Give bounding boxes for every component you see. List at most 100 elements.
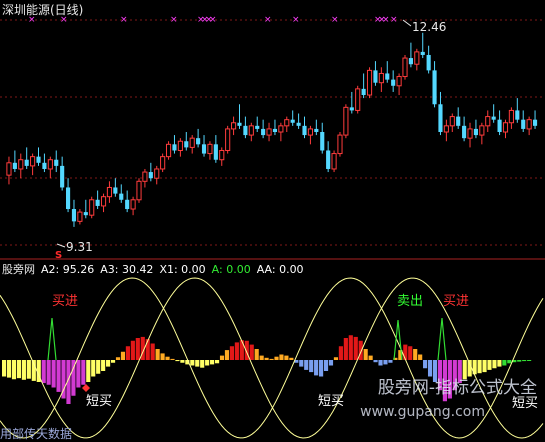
x-marker: × [120,15,128,25]
indicator-bar [348,335,353,360]
indicator-bar [96,360,101,374]
indicator-bar [76,360,81,388]
indicator-bar [190,360,195,366]
candle-body [77,211,83,222]
candle-body [113,187,118,194]
indicator-bar [2,360,7,377]
candle-body [326,150,331,169]
indicator-bar [26,360,31,379]
indicator-bar [51,360,56,388]
candle-body [302,125,307,136]
indicator-bar [314,360,319,376]
candle-body [36,156,41,163]
indicator-bar [135,338,140,360]
candle-body [278,125,284,133]
candle-body [402,57,408,78]
indicator-bar [200,360,205,368]
indicator-bar [517,360,522,362]
candle-body [343,106,349,136]
indicator-bar [120,351,126,360]
indicator-name: 股旁网 [2,263,35,276]
candle-body [6,162,12,176]
indicator-bar [388,360,393,363]
x-marker: × [331,15,339,25]
candle-body [526,119,532,130]
candle-body [432,70,437,105]
candle-body [456,116,461,126]
indicator-bar [338,346,343,360]
indicator-bar [160,353,165,360]
indicator-bar [319,360,324,377]
indicator-bar [56,360,61,392]
x-marker: × [264,15,272,25]
indicator-aa: AA: 0.00 [256,263,304,276]
candle-body [314,128,319,132]
stock-chart: × × × × ×××× × × × ××× × 12.46 9.31 S [0,15,545,439]
indicator-bar [368,355,373,360]
indicator-bar [125,346,130,360]
indicator-bar [507,360,512,364]
indicator-bar [11,360,17,380]
candle-body [502,122,509,133]
candle-body [296,122,301,126]
indicator-bar [205,360,210,366]
candle-body [373,70,378,83]
candle-body [248,125,254,136]
watermark-url: www.gupang.com [360,404,485,420]
candle-body [154,168,160,179]
x-marker: × [382,15,390,25]
indicator-bar [264,357,269,360]
candle-body [219,149,225,161]
candle-body [89,199,95,216]
candle-body [408,58,413,65]
signal-peak [47,317,57,361]
candle-body [320,132,325,151]
candle-body [426,54,431,71]
indicator-bar [378,360,383,366]
price-high-label: 12.46 [412,20,446,34]
indicator-bar [229,346,235,360]
indicator-bar [16,360,22,379]
indicator-bar [6,360,12,378]
indicator-bar [219,355,225,360]
candle-body [378,72,384,84]
candle-body [189,137,195,148]
indicator-bar [358,340,363,360]
candle-body [47,159,53,170]
candle-body [473,128,479,136]
x-marker: × [292,15,300,25]
candle-body [497,119,502,132]
candle-body [337,134,343,155]
indicator-bar [408,346,413,360]
candle-body [95,199,100,206]
indicator-bar [289,357,294,360]
candle-body [148,172,153,179]
indicator-bar [333,357,339,360]
candle-body [100,196,107,207]
candle-body [284,119,290,127]
indicator-bar [418,354,423,360]
candle-body [438,104,443,132]
candle-body [349,107,354,111]
indicator-bar [269,358,274,360]
indicator-bar [274,356,279,360]
candle-body [361,88,366,96]
candle-body [355,88,361,111]
indicator-bar [81,360,86,385]
candle-body [443,125,449,133]
indicator-bar [91,360,96,377]
x-marker: × [390,15,398,25]
indicator-bar [210,360,215,365]
indicator-bar [101,360,106,371]
candle-body [485,116,491,127]
indicator-bar [130,340,135,360]
candle-body [213,144,218,160]
candle-body [196,138,201,145]
candle-body [307,128,313,136]
indicator-bar [482,360,487,373]
indicator-bar [214,360,220,364]
indicator-bar [224,350,230,360]
indicator-bar [155,349,160,360]
candle-body [467,128,473,139]
signal-peak [437,317,447,361]
